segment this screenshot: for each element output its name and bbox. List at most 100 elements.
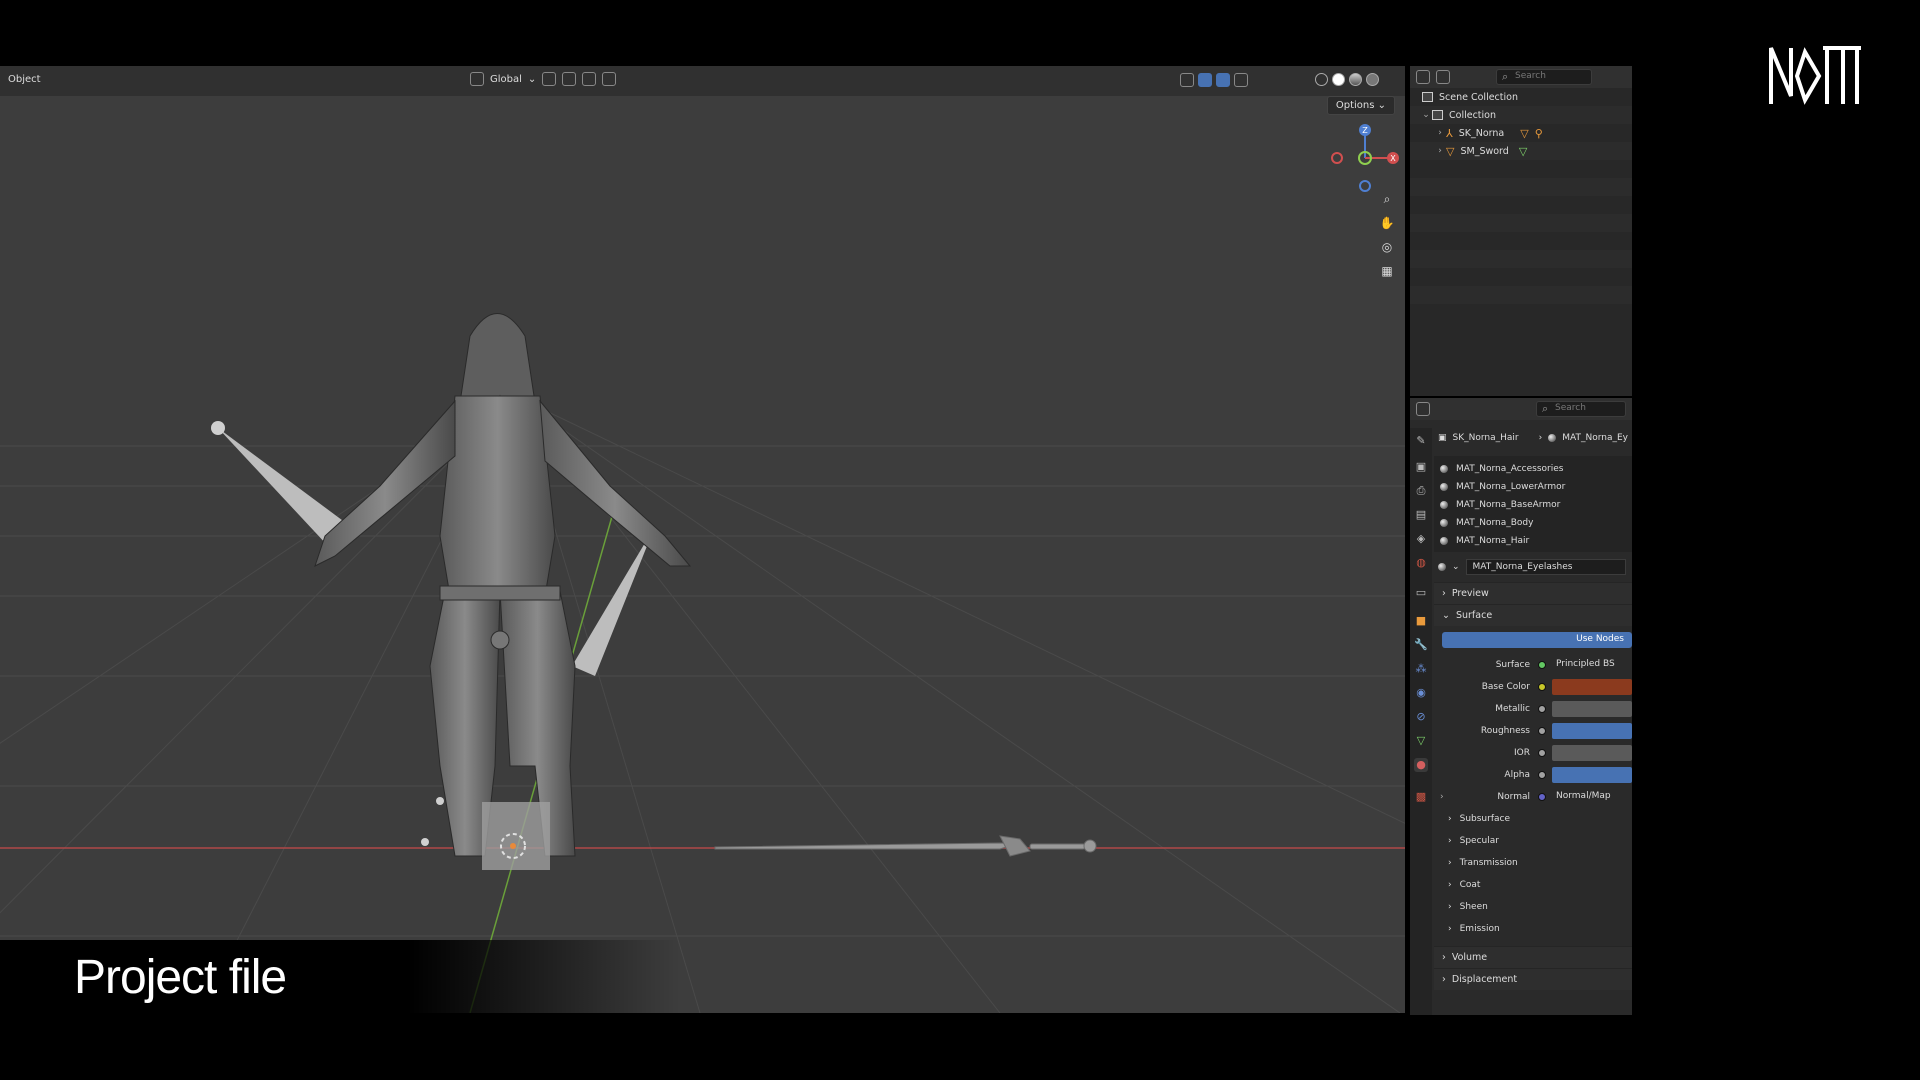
ior-row[interactable]: IOR (1434, 742, 1632, 764)
outliner-item-sk-norna[interactable]: › ⅄ SK_Norna ▽ ⚲ (1410, 124, 1632, 142)
material-name-field[interactable]: MAT_Norna_Eyelashes (1465, 559, 1626, 575)
panel-volume[interactable]: › Volume (1434, 946, 1632, 968)
navigation-gizmo[interactable]: Z X (1325, 118, 1405, 198)
properties-search-input[interactable]: Search (1536, 401, 1626, 417)
bone-right-arm (572, 526, 655, 676)
panel-surface[interactable]: ⌄ Surface (1434, 604, 1632, 626)
solid-shading-icon[interactable] (1332, 73, 1345, 86)
material-tab-icon[interactable]: ● (1414, 758, 1428, 772)
material-selector[interactable]: ⌄ MAT_Norna_Eyelashes (1434, 558, 1632, 576)
modifier-tab-icon[interactable]: 🔧 (1414, 638, 1428, 652)
tool-tab-icon[interactable]: ✎ (1414, 434, 1428, 448)
panel-displacement[interactable]: › Displacement (1434, 968, 1632, 990)
snap-target-icon[interactable] (582, 72, 597, 86)
list-item[interactable]: MAT_Norna_Hair (1434, 532, 1632, 550)
material-slot-list[interactable]: MAT_Norna_Accessories MAT_Norna_LowerArm… (1434, 456, 1632, 552)
editor-type-icon[interactable] (1416, 70, 1430, 84)
outliner-item-collection[interactable]: ⌄ Collection (1410, 106, 1632, 124)
options-button[interactable]: Options ⌄ (1326, 96, 1395, 115)
armature-icon: ⅄ (1446, 126, 1453, 140)
view-layer-tab-icon[interactable]: ▤ (1414, 508, 1428, 522)
rendered-shading-icon[interactable] (1366, 73, 1379, 86)
constraints-tab-icon[interactable]: ⊘ (1414, 710, 1428, 724)
scene-tab-icon[interactable]: ◈ (1414, 532, 1428, 546)
world-tab-icon[interactable]: ◍ (1414, 556, 1428, 570)
list-item[interactable]: MAT_Norna_Accessories (1434, 460, 1632, 478)
camera-origin-box (482, 802, 550, 870)
chevron-right-icon: › (1448, 836, 1452, 846)
material-properties: ▣ SK_Norna_Hair › MAT_Norna_Ey MAT_Norna… (1434, 428, 1632, 1015)
list-item[interactable]: MAT_Norna_BaseArmor (1434, 496, 1632, 514)
chevron-right-icon[interactable]: › (1434, 792, 1448, 802)
alpha-slider[interactable] (1552, 767, 1632, 783)
roughness-row[interactable]: Roughness (1434, 720, 1632, 742)
chevron-right-icon: › (1442, 588, 1446, 599)
object-data-icon: ▣ (1438, 433, 1447, 443)
chevron-right-icon: › (1448, 880, 1452, 890)
subpanel-specular[interactable]: › Specular (1434, 830, 1632, 852)
render-tab-icon[interactable]: ▣ (1414, 460, 1428, 474)
use-nodes-button[interactable]: Use Nodes (1442, 632, 1632, 648)
vector-socket-icon (1538, 793, 1546, 801)
snap-icon[interactable] (562, 72, 577, 86)
display-mode-icon[interactable] (1436, 70, 1450, 84)
panel-preview[interactable]: › Preview (1434, 582, 1632, 604)
object-tab-icon[interactable]: ■ (1414, 614, 1428, 628)
subpanel-coat[interactable]: › Coat (1434, 874, 1632, 896)
overlays-icon[interactable] (1216, 73, 1230, 87)
mode-selector[interactable]: Object (8, 74, 41, 85)
mesh-modifier-icon: ▽ (1520, 126, 1529, 140)
camera-view-icon[interactable]: ◎ (1378, 238, 1396, 256)
chevron-down-icon: ⌄ (1452, 562, 1460, 572)
normal-row[interactable]: › Normal Normal/Map (1434, 786, 1632, 808)
subpanel-emission[interactable]: › Emission (1434, 918, 1632, 940)
chevron-right-icon[interactable]: › (1434, 128, 1446, 138)
chevron-right-icon[interactable]: › (1434, 146, 1446, 156)
proportional-edit-icon[interactable] (602, 72, 617, 86)
surface-shader-row[interactable]: Surface Principled BS (1434, 654, 1632, 676)
list-item[interactable]: MAT_Norna_Body (1434, 514, 1632, 532)
pivot-icon[interactable] (542, 72, 557, 86)
output-tab-icon[interactable]: ⎙ (1414, 484, 1428, 498)
ior-field[interactable] (1552, 745, 1632, 761)
material-icon (1440, 537, 1448, 545)
texture-tab-icon[interactable]: ▩ (1414, 790, 1428, 804)
subpanel-transmission[interactable]: › Transmission (1434, 852, 1632, 874)
roughness-slider[interactable] (1552, 723, 1632, 739)
subpanel-sheen[interactable]: › Sheen (1434, 896, 1632, 918)
alpha-row[interactable]: Alpha (1434, 764, 1632, 786)
subpanel-subsurface[interactable]: › Subsurface (1434, 808, 1632, 830)
particles-tab-icon[interactable]: ⁂ (1414, 662, 1428, 676)
data-tab-icon[interactable]: ▽ (1414, 734, 1428, 748)
outliner-item-scene-collection[interactable]: Scene Collection (1410, 88, 1632, 106)
metallic-slider[interactable] (1552, 701, 1632, 717)
mesh-data-icon: ▽ (1518, 144, 1528, 158)
shading-modes (1315, 73, 1379, 86)
list-item[interactable]: MAT_Norna_LowerArmor (1434, 478, 1632, 496)
outliner-search-input[interactable]: Search (1496, 69, 1592, 85)
base-color-row[interactable]: Base Color (1434, 676, 1632, 698)
physics-tab-icon[interactable]: ◉ (1414, 686, 1428, 700)
chevron-right-icon: › (1448, 858, 1452, 868)
brand-logo-icon (1769, 46, 1861, 105)
collection-tab-icon[interactable]: ▭ (1414, 586, 1428, 600)
perspective-toggle-icon[interactable]: ▦ (1378, 262, 1396, 280)
orientation-selector[interactable]: Global ⌄ (470, 72, 617, 86)
base-color-swatch[interactable] (1552, 679, 1632, 695)
wireframe-shading-icon[interactable] (1315, 73, 1328, 86)
material-shading-icon[interactable] (1349, 73, 1362, 86)
3d-viewport[interactable]: Object Global ⌄ Options ⌄ Z X ⌕ ✋ ◎ ▦ (0, 66, 1405, 1013)
chevron-down-icon[interactable]: ⌄ (1420, 110, 1432, 120)
editor-type-icon[interactable] (1416, 402, 1430, 416)
pan-hand-icon[interactable]: ✋ (1378, 214, 1396, 232)
gizmo-toggle-icon[interactable] (1198, 73, 1212, 87)
xray-icon[interactable] (1234, 73, 1248, 87)
zoom-icon[interactable]: ⌕ (1378, 190, 1396, 208)
outliner-header: Search (1410, 66, 1632, 88)
outliner-item-sm-sword[interactable]: › ▽ SM_Sword ▽ (1410, 142, 1632, 160)
metallic-row[interactable]: Metallic (1434, 698, 1632, 720)
visibility-icon[interactable] (1180, 73, 1194, 87)
material-browse-icon[interactable] (1438, 563, 1446, 571)
character-mesh (314, 313, 692, 857)
color-socket-icon (1538, 683, 1546, 691)
